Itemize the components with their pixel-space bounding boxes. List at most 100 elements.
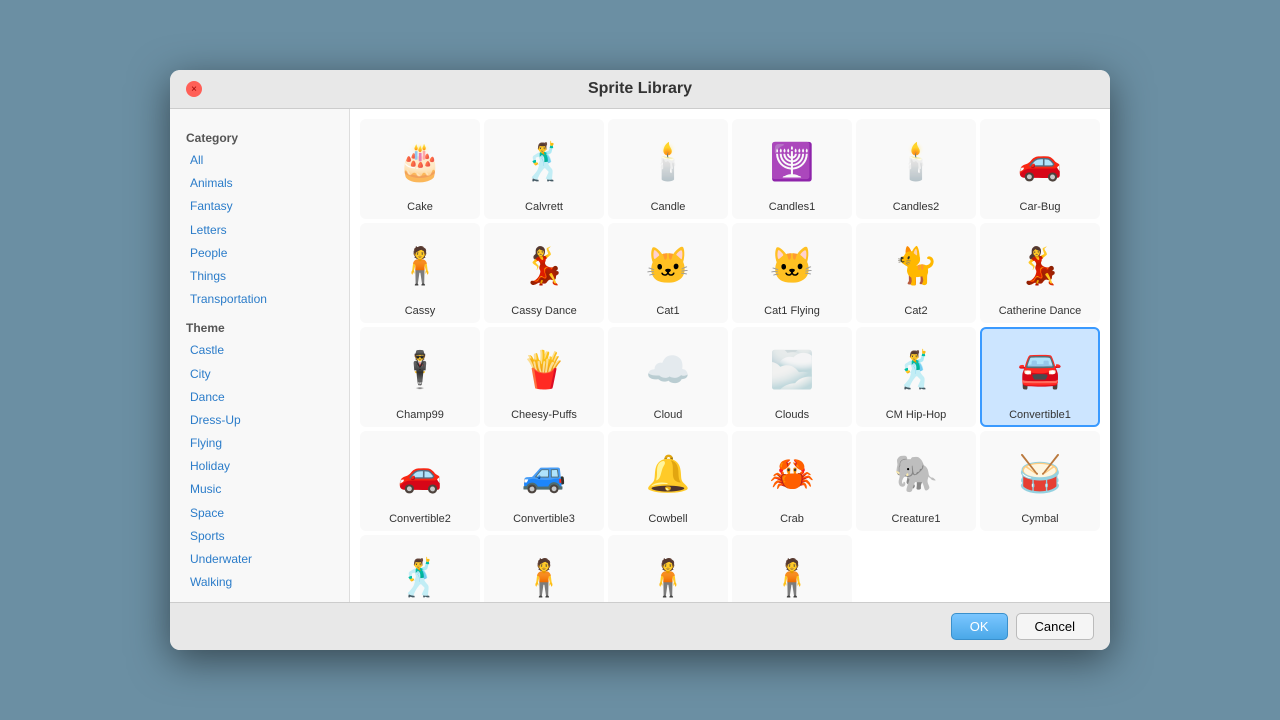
sprite-item[interactable]: 🚘 Convertible1 xyxy=(980,327,1100,427)
sprite-emoji: 🍟 xyxy=(509,335,579,405)
sprite-library-dialog: × Sprite Library Category All Animals Fa… xyxy=(170,70,1110,650)
sidebar-item-animals[interactable]: Animals xyxy=(186,172,333,195)
sprite-emoji: 🧍 xyxy=(633,543,703,602)
sidebar-item-fantasy[interactable]: Fantasy xyxy=(186,195,333,218)
sprite-emoji: 🎂 xyxy=(385,127,455,197)
dialog-footer: OK Cancel xyxy=(170,602,1110,650)
sprite-item[interactable]: 🕺D-Money Hip-Hop xyxy=(360,535,480,602)
sprite-label: Convertible2 xyxy=(389,513,451,525)
sprite-label: CM Hip-Hop xyxy=(886,409,947,421)
sprite-emoji: 🌫️ xyxy=(757,335,827,405)
sprite-label: Candles1 xyxy=(769,201,815,213)
sprite-label: Cassy Dance xyxy=(511,305,576,317)
sprite-label: Convertible3 xyxy=(513,513,575,525)
sprite-emoji: 🕯️ xyxy=(881,127,951,197)
sprite-emoji: 🧍 xyxy=(385,231,455,301)
sprite-item[interactable]: ☁️Cloud xyxy=(608,327,728,427)
sidebar-item-things[interactable]: Things xyxy=(186,265,333,288)
sprite-emoji: 🚙 xyxy=(509,439,579,509)
sprite-emoji: 🕺 xyxy=(881,335,951,405)
sprite-label: Cat2 xyxy=(904,305,927,317)
sprite-emoji: 🔔 xyxy=(633,439,703,509)
sprite-label: Cake xyxy=(407,201,433,213)
dialog-title: Sprite Library xyxy=(588,80,692,98)
sidebar-item-walking[interactable]: Walking xyxy=(186,571,333,594)
sprite-item[interactable]: 🧍Dani xyxy=(608,535,728,602)
sprite-item[interactable]: 🧍 Cassy xyxy=(360,223,480,323)
sprite-label: Car-Bug xyxy=(1020,201,1061,213)
cancel-button[interactable]: Cancel xyxy=(1016,613,1094,640)
sprite-emoji: 🧍 xyxy=(757,543,827,602)
ok-button[interactable]: OK xyxy=(951,613,1008,640)
sprite-label: Cassy xyxy=(405,305,436,317)
sidebar-item-city[interactable]: City xyxy=(186,363,333,386)
dialog-body: Category All Animals Fantasy Letters Peo… xyxy=(170,109,1110,602)
sprite-label: Cymbal xyxy=(1021,513,1058,525)
sprite-label: Cheesy-Puffs xyxy=(511,409,577,421)
sprite-item[interactable]: 🎂 Cake xyxy=(360,119,480,219)
sidebar-item-holiday[interactable]: Holiday xyxy=(186,455,333,478)
sprite-item[interactable]: 💃 Cassy Dance xyxy=(484,223,604,323)
sprite-item[interactable]: 🐘 Creature1 xyxy=(856,431,976,531)
sprite-item[interactable]: 🕺 Calvrett xyxy=(484,119,604,219)
sprite-item[interactable]: 🔔 Cowbell xyxy=(608,431,728,531)
sidebar-item-underwater[interactable]: Underwater xyxy=(186,548,333,571)
sprite-emoji: 🕯️ xyxy=(633,127,703,197)
sprite-emoji: 🧍 xyxy=(509,543,579,602)
sprite-item[interactable]: 🚗 Convertible2 xyxy=(360,431,480,531)
sidebar-item-space[interactable]: Space xyxy=(186,502,333,525)
sidebar-item-dance[interactable]: Dance xyxy=(186,386,333,409)
sidebar-item-letters[interactable]: Letters xyxy=(186,219,333,242)
sidebar-item-all[interactable]: All xyxy=(186,149,333,172)
sprite-emoji: 🦀 xyxy=(757,439,827,509)
sprite-emoji: 🐈 xyxy=(881,231,951,301)
sprite-label: Cowbell xyxy=(648,513,687,525)
sidebar: Category All Animals Fantasy Letters Peo… xyxy=(170,109,350,602)
sprite-item[interactable]: 🕯️Candles2 xyxy=(856,119,976,219)
sprite-emoji: 🚘 xyxy=(1005,335,1075,405)
sprite-item[interactable]: 🕴️Champ99 xyxy=(360,327,480,427)
sprite-label: Candle xyxy=(651,201,686,213)
sprite-emoji: 🕴️ xyxy=(385,335,455,405)
sidebar-item-transportation[interactable]: Transportation xyxy=(186,288,333,311)
sprite-item[interactable]: 🕯️ Candle xyxy=(608,119,728,219)
sprite-label: Convertible1 xyxy=(1009,409,1071,421)
sidebar-item-flying[interactable]: Flying xyxy=(186,432,333,455)
sprite-emoji: 🐘 xyxy=(881,439,951,509)
sprite-item[interactable]: 🐈 Cat2 xyxy=(856,223,976,323)
sprite-emoji: 🐱 xyxy=(633,231,703,301)
sidebar-item-music[interactable]: Music xyxy=(186,478,333,501)
category-section-title: Category xyxy=(186,131,333,145)
sprite-item[interactable]: 🦀Crab xyxy=(732,431,852,531)
sprite-emoji: 🕺 xyxy=(509,127,579,197)
sprite-item[interactable]: 🕺 CM Hip-Hop xyxy=(856,327,976,427)
sidebar-item-sports[interactable]: Sports xyxy=(186,525,333,548)
sprite-item[interactable]: 🐱 Cat1 xyxy=(608,223,728,323)
sidebar-item-people[interactable]: People xyxy=(186,242,333,265)
sprite-label: Cat1 xyxy=(656,305,679,317)
sprite-label: Clouds xyxy=(775,409,809,421)
sprite-item[interactable]: 🍟 Cheesy-Puffs xyxy=(484,327,604,427)
sprite-item[interactable]: 🐱Cat1 Flying xyxy=(732,223,852,323)
sprite-item[interactable]: 🧍Dan xyxy=(484,535,604,602)
sidebar-item-dressup[interactable]: Dress-Up xyxy=(186,409,333,432)
sprite-item[interactable]: 🚗 Car-Bug xyxy=(980,119,1100,219)
theme-section-title: Theme xyxy=(186,321,333,335)
sprite-label: Calvrett xyxy=(525,201,563,213)
sprite-label: Catherine Dance xyxy=(999,305,1082,317)
sprite-item[interactable]: 🌫️ Clouds xyxy=(732,327,852,427)
sprite-item[interactable]: 🕎 Candles1 xyxy=(732,119,852,219)
sprite-item[interactable]: 💃Catherine Dance xyxy=(980,223,1100,323)
sprite-item[interactable]: 🧍Dee xyxy=(732,535,852,602)
sprite-label: Creature1 xyxy=(892,513,941,525)
sprite-emoji: 💃 xyxy=(509,231,579,301)
sprite-item[interactable]: 🚙 Convertible3 xyxy=(484,431,604,531)
sprite-emoji: 🚗 xyxy=(385,439,455,509)
sidebar-item-castle[interactable]: Castle xyxy=(186,339,333,362)
close-button[interactable]: × xyxy=(186,81,202,97)
sprite-emoji: 🚗 xyxy=(1005,127,1075,197)
sprite-item[interactable]: 🥁Cymbal xyxy=(980,431,1100,531)
sprite-emoji: 🕺 xyxy=(385,543,455,602)
sprite-grid: 🎂 Cake 🕺 Calvrett 🕯️ Candle 🕎 Candles1 🕯️Candles… xyxy=(360,119,1100,602)
sprite-emoji: 🕎 xyxy=(757,127,827,197)
